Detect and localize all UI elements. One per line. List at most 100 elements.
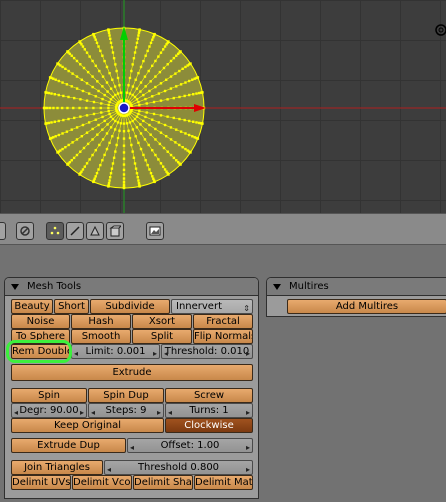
- mesh-vertex: [139, 132, 143, 135]
- delimit-shar-toggle[interactable]: Delimit Shar: [133, 475, 193, 490]
- multires-title: Multires: [289, 281, 329, 292]
- mesh-vertex: [115, 143, 118, 147]
- fractal-button[interactable]: Fractal: [193, 314, 253, 329]
- to-sphere-button[interactable]: To Sphere: [11, 329, 70, 344]
- decrement-arrow-icon[interactable]: ◂: [91, 406, 95, 417]
- 3d-viewport[interactable]: [0, 0, 446, 213]
- split-button[interactable]: Split: [132, 329, 192, 344]
- decrement-arrow-icon[interactable]: ◂: [14, 406, 18, 417]
- viewport-canvas: [0, 0, 446, 213]
- decrement-arrow-icon[interactable]: ◂: [74, 347, 78, 358]
- mesh-vertex: [115, 69, 118, 73]
- spin-dup-button[interactable]: Spin Dup: [88, 388, 164, 403]
- mesh-vertex: [111, 117, 115, 121]
- spin-button[interactable]: Spin: [11, 388, 87, 403]
- increment-arrow-icon[interactable]: ▸: [246, 347, 250, 358]
- edge-select-icon[interactable]: [66, 222, 84, 240]
- mesh-vertex: [187, 79, 191, 83]
- mesh-vertex: [87, 121, 91, 124]
- degrees-field[interactable]: ◂ Degr: 90.00 ▸: [11, 403, 87, 418]
- join-threshold-field[interactable]: ◂ Threshold 0.800 ▸: [104, 460, 253, 475]
- short-button[interactable]: Short: [54, 299, 89, 314]
- flip-normals-button[interactable]: Flip Normals: [193, 329, 253, 344]
- occlude-geometry-icon[interactable]: [106, 222, 124, 240]
- mesh-vertex: [107, 109, 110, 113]
- offset-field[interactable]: ◂ Offset: 1.00 ▸: [127, 438, 253, 453]
- delimit-vcol-toggle[interactable]: Delimit Vcol: [72, 475, 132, 490]
- threshold-field[interactable]: ◂ Threshold: 0.010 ▸: [161, 344, 253, 359]
- mesh-vertex: [79, 150, 82, 153]
- render-preview-icon[interactable]: [146, 222, 164, 240]
- delimit-uvs-toggle[interactable]: Delimit UVs: [11, 475, 71, 490]
- limit-field[interactable]: ◂ Limit: 0.001 ▸: [71, 344, 160, 359]
- multires-header[interactable]: Multires: [267, 278, 446, 296]
- increment-arrow-icon[interactable]: ▸: [153, 347, 157, 358]
- mesh-vertex: [114, 150, 117, 153]
- mesh-vertex: [201, 122, 204, 125]
- extrude-dup-button[interactable]: Extrude Dup: [11, 438, 126, 453]
- mesh-vertex: [88, 158, 91, 161]
- mesh-vertex: [128, 121, 132, 124]
- mesh-tools-header[interactable]: Mesh Tools: [5, 278, 258, 296]
- mesh-vertex: [92, 106, 95, 110]
- mesh-vertex: [136, 175, 139, 179]
- mesh-vertex: [111, 162, 115, 165]
- increment-arrow-icon[interactable]: ▸: [246, 441, 250, 452]
- xsort-button[interactable]: Xsort: [132, 314, 192, 329]
- add-multires-button[interactable]: Add Multires: [287, 299, 446, 314]
- clockwise-toggle[interactable]: Clockwise: [165, 418, 253, 433]
- mesh-vertex: [103, 59, 106, 63]
- mesh-tools-title: Mesh Tools: [27, 281, 82, 292]
- mesh-vertex: [157, 55, 160, 58]
- mesh-vertex: [135, 41, 139, 44]
- increment-arrow-icon[interactable]: ▸: [157, 406, 161, 417]
- mesh-vertex: [48, 76, 52, 79]
- mesh-vertex: [142, 93, 145, 97]
- mesh-vertex: [136, 37, 139, 41]
- increment-arrow-icon[interactable]: ▸: [80, 406, 84, 417]
- delimit-mat-toggle[interactable]: Delimit Mat: [194, 475, 253, 490]
- collapse-triangle-icon[interactable]: [11, 283, 19, 290]
- mesh-vertex: [111, 51, 115, 54]
- keep-original-toggle[interactable]: Keep Original: [11, 418, 164, 433]
- subdivide-button[interactable]: Subdivide: [90, 299, 170, 314]
- increment-arrow-icon[interactable]: ▸: [246, 406, 250, 417]
- smooth-button[interactable]: Smooth: [71, 329, 131, 344]
- mesh-vertex: [154, 127, 157, 131]
- mesh-vertex: [143, 138, 147, 141]
- steps-field[interactable]: ◂ Steps: 9 ▸: [88, 403, 164, 418]
- decrement-arrow-icon[interactable]: ◂: [130, 441, 134, 452]
- collapse-triangle-icon[interactable]: [273, 283, 281, 290]
- mesh-vertex: [83, 48, 87, 51]
- mesh-vertex: [100, 102, 103, 105]
- mesh-vertex: [79, 115, 82, 118]
- mesh-vertex: [78, 106, 81, 110]
- join-triangles-button[interactable]: Join Triangles: [11, 460, 103, 475]
- face-select-icon[interactable]: [86, 222, 104, 240]
- mesh-vertex: [94, 64, 98, 68]
- vertex-select-icon[interactable]: [46, 222, 64, 240]
- proportional-edit-icon[interactable]: [16, 222, 34, 240]
- header-scroll-left[interactable]: [0, 222, 6, 240]
- decrement-arrow-icon[interactable]: ◂: [107, 463, 111, 474]
- subdivide-mode-menu[interactable]: Innervert ⇕: [171, 299, 253, 314]
- decrement-arrow-icon[interactable]: ◂: [168, 406, 172, 417]
- turns-field[interactable]: ◂ Turns: 1 ▸: [165, 403, 253, 418]
- hash-button[interactable]: Hash: [71, 314, 131, 329]
- mesh-vertex: [149, 80, 152, 83]
- beauty-button[interactable]: Beauty: [11, 299, 53, 314]
- noise-button[interactable]: Noise: [11, 314, 70, 329]
- mesh-vertex: [111, 78, 114, 81]
- mesh-vertex: [131, 119, 134, 123]
- screw-button[interactable]: Screw: [165, 388, 253, 403]
- increment-arrow-icon[interactable]: ▸: [246, 463, 250, 474]
- mesh-vertex: [103, 153, 106, 157]
- mesh-vertex: [118, 129, 121, 132]
- mesh-vertex: [105, 132, 109, 135]
- threshold-value: Threshold: 0.010: [164, 346, 250, 357]
- mesh-vertex: [103, 119, 106, 123]
- decrement-arrow-icon[interactable]: ◂: [164, 347, 168, 358]
- mesh-vertex: [137, 100, 140, 104]
- rem-double-button[interactable]: Rem Double: [11, 344, 70, 359]
- extrude-button[interactable]: Extrude: [11, 364, 253, 381]
